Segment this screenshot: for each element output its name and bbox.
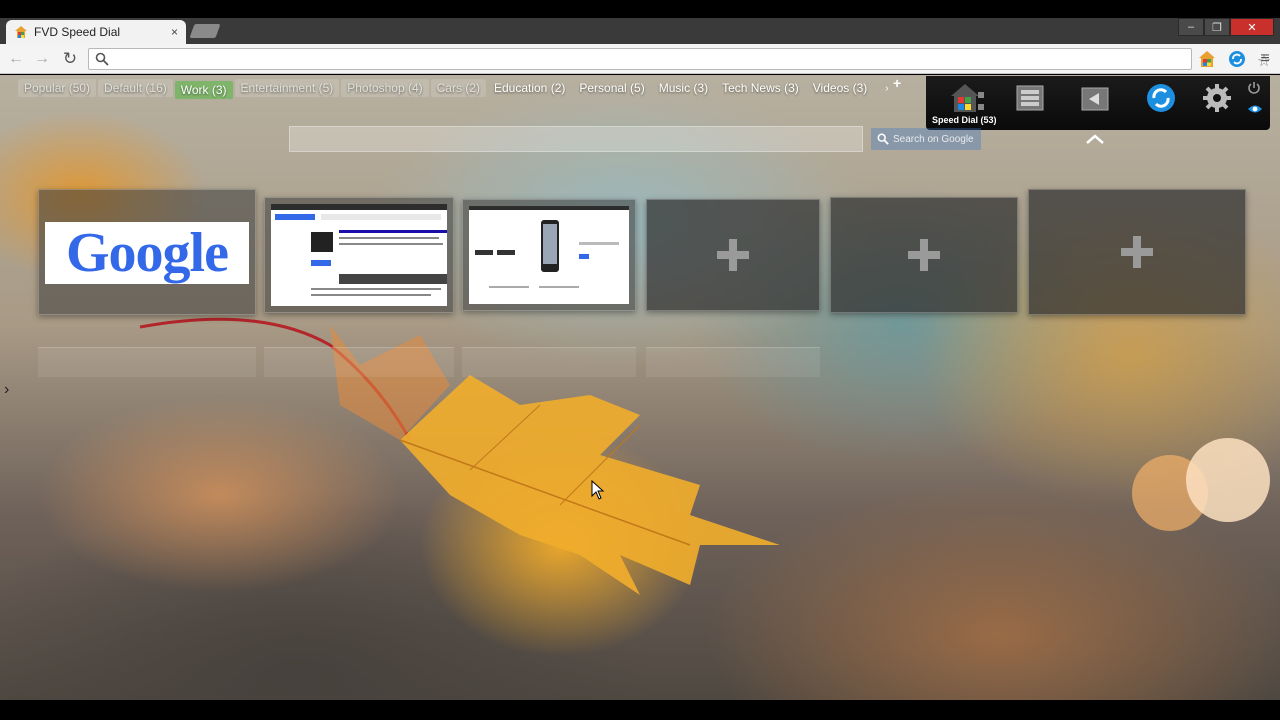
add-group-icon[interactable]: +: [893, 75, 901, 91]
forward-arrow-icon[interactable]: →: [32, 49, 52, 69]
maximize-button[interactable]: ❐: [1204, 18, 1230, 36]
letterbox-bottom: [0, 700, 1280, 720]
chrome-menu-icon[interactable]: ≡: [1256, 50, 1274, 68]
tab-title: FVD Speed Dial: [34, 25, 121, 39]
search-icon: [95, 52, 109, 66]
power-icon[interactable]: [1247, 81, 1261, 95]
group-tab-photoshop[interactable]: Photoshop (4): [341, 79, 429, 97]
recently-closed-icon[interactable]: [1079, 82, 1113, 114]
group-tab-cars[interactable]: Cars (2): [430, 79, 486, 97]
settings-gear-icon[interactable]: [1200, 82, 1234, 114]
collapse-chevron-up-icon[interactable]: [1084, 132, 1106, 146]
dial-google-thumbnail: Google: [45, 222, 249, 284]
speed-dial-home-icon[interactable]: [950, 82, 984, 114]
dial-google[interactable]: Google: [38, 189, 256, 315]
google-logo: Google: [66, 222, 229, 284]
groups-scroll-icon[interactable]: ›: [885, 83, 888, 94]
search-input[interactable]: [290, 127, 862, 151]
plus-icon: [908, 239, 940, 271]
plus-icon: [1121, 236, 1153, 268]
speed-dial-count-label: Speed Dial (53): [932, 115, 997, 125]
new-tab-button[interactable]: [189, 24, 221, 38]
dial-phone-page-thumbnail: [469, 206, 629, 304]
letterbox-top: [0, 0, 1280, 18]
window-controls: – ❐ ✕: [1178, 18, 1274, 36]
search-box[interactable]: [289, 126, 863, 152]
dial-google-search-results[interactable]: [264, 197, 454, 313]
side-panel-chevron-icon[interactable]: ›: [4, 381, 9, 399]
group-tab-education[interactable]: Education (2): [488, 79, 571, 97]
dial-search-results-thumbnail: [271, 204, 447, 306]
speed-dial-page: Popular (50) Default (16) Work (3) Enter…: [0, 75, 1280, 700]
speed-dial-extension-icon[interactable]: [1198, 50, 1216, 68]
dial-phone-page[interactable]: [462, 199, 636, 311]
browser-tab[interactable]: FVD Speed Dial ×: [6, 20, 186, 44]
sync-extension-icon[interactable]: [1228, 50, 1246, 68]
group-tab-default[interactable]: Default (16): [98, 79, 173, 97]
browser-toolbar: ← → ↻ ☆ ≡: [0, 44, 1280, 74]
speed-dial-panel: Speed Dial (53): [926, 76, 1270, 130]
group-tab-tech-news[interactable]: Tech News (3): [716, 79, 805, 97]
search-button-label: Search on Google: [893, 133, 974, 145]
group-tab-personal[interactable]: Personal (5): [573, 79, 650, 97]
dial-reflection-row: [38, 347, 838, 377]
background-leaf-image: [139, 317, 1270, 595]
add-dial-slot-3[interactable]: [1028, 189, 1246, 315]
most-visited-icon[interactable]: [1014, 82, 1048, 114]
add-dial-slot-1[interactable]: [646, 199, 820, 311]
address-bar[interactable]: ☆: [88, 48, 1271, 70]
back-arrow-icon[interactable]: ←: [6, 49, 26, 69]
group-tab-work[interactable]: Work (3): [174, 81, 233, 99]
eye-icon[interactable]: [1247, 103, 1263, 115]
add-dial-slot-2[interactable]: [830, 197, 1018, 313]
group-tabs: Popular (50) Default (16) Work (3) Enter…: [18, 77, 889, 99]
plus-icon: [717, 239, 749, 271]
reload-icon[interactable]: ↻: [60, 49, 80, 69]
sync-icon[interactable]: [1144, 82, 1178, 114]
search-icon: [877, 133, 889, 145]
group-tab-music[interactable]: Music (3): [653, 79, 714, 97]
search-google-button[interactable]: Search on Google: [871, 128, 981, 150]
mouse-cursor-icon: [591, 480, 605, 500]
group-tab-videos[interactable]: Videos (3): [807, 79, 873, 97]
address-input[interactable]: [115, 51, 1155, 67]
group-tab-entertainment[interactable]: Entertainment (5): [234, 79, 340, 97]
group-tab-popular[interactable]: Popular (50): [18, 79, 97, 97]
minimize-button[interactable]: –: [1178, 18, 1204, 36]
tab-strip: FVD Speed Dial × – ❐ ✕: [0, 18, 1280, 44]
tab-close-icon[interactable]: ×: [171, 25, 178, 39]
speed-dial-favicon-icon: [15, 26, 27, 38]
close-window-button[interactable]: ✕: [1230, 18, 1274, 36]
